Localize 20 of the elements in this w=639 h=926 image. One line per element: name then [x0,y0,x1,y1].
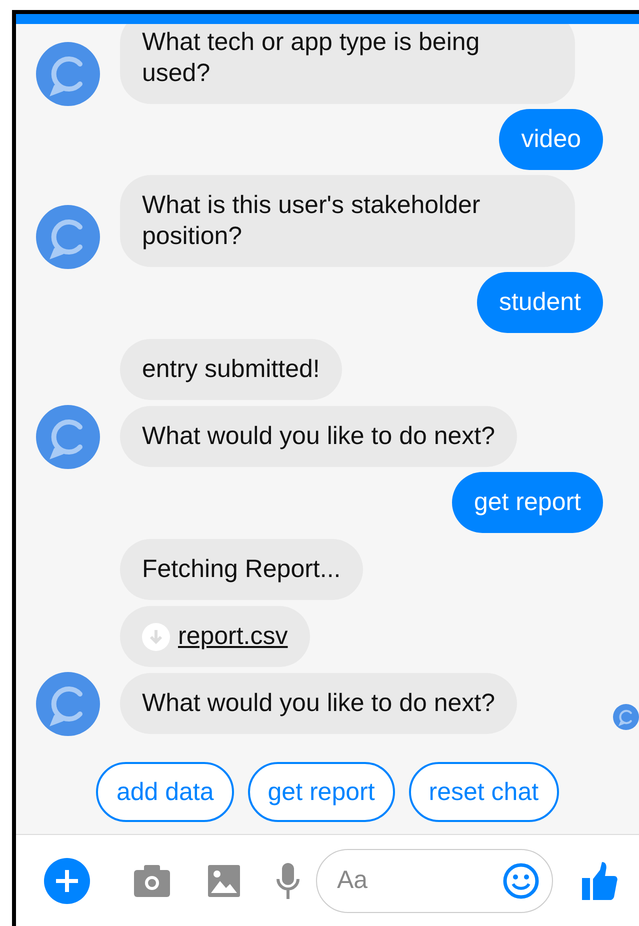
quick-reply-button[interactable]: add data [96,762,234,822]
received-message: entry submitted! [120,339,342,400]
file-link[interactable]: report.csv [178,621,288,652]
quick-reply-button[interactable]: reset chat [408,762,559,822]
bot-avatar [36,205,100,269]
quick-reply-button[interactable]: get report [248,762,395,822]
bot-avatar [36,42,100,106]
received-message: What would you like to do next? [120,673,517,734]
bot-avatar [36,672,100,736]
received-message: What is this user's stakeholder position? [120,175,575,267]
bot-avatar [36,405,100,469]
received-message: Fetching Report... [120,539,363,600]
plus-icon[interactable] [44,858,90,904]
emoji-icon[interactable] [503,862,539,898]
thumbs-up-icon[interactable] [581,862,619,900]
sent-message: get report [452,472,603,533]
sent-message: video [499,109,603,170]
message-field[interactable]: Aa [316,848,553,912]
sent-message: student [476,272,603,333]
received-message: What would you like to do next? [120,406,517,467]
